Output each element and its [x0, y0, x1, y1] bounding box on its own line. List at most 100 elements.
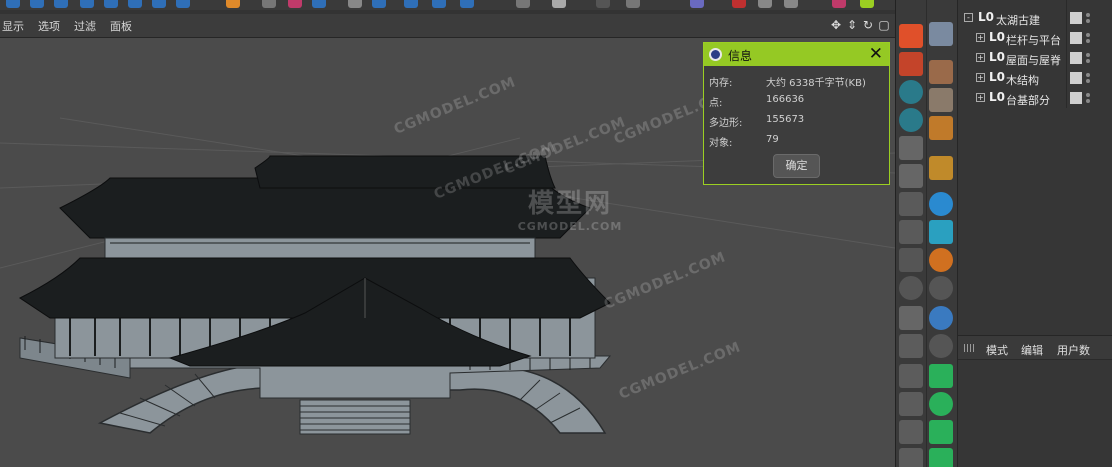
object-item-taihu[interactable]: - L0 太湖古建 [958, 8, 1112, 28]
expand-icon[interactable]: + [976, 73, 985, 82]
grid-icon[interactable] [899, 448, 923, 467]
snap-icon[interactable] [899, 276, 923, 300]
render-view-icon[interactable] [899, 24, 923, 48]
box-orange-icon[interactable] [929, 60, 953, 84]
axis-x-icon[interactable] [80, 0, 94, 8]
render-settings-icon[interactable] [899, 52, 923, 76]
tweak-mode-icon[interactable] [899, 334, 923, 358]
pen-tool-icon[interactable] [288, 0, 302, 8]
points-mode-icon[interactable] [899, 80, 923, 104]
box-solid-icon[interactable] [929, 116, 953, 140]
editor-visible-dot-icon[interactable] [1086, 53, 1090, 57]
object-item-roof[interactable]: + L0 屋面与屋脊 [958, 48, 1112, 68]
editor-visible-dot-icon[interactable] [1086, 73, 1090, 77]
live-select-icon[interactable] [758, 0, 772, 8]
dialog-titlebar[interactable]: 信息 ✕ [704, 43, 889, 66]
object-item-base[interactable]: + L0 台基部分 [958, 88, 1112, 108]
render-visible-dot-icon[interactable] [1086, 59, 1090, 63]
coordinate-system-icon[interactable] [152, 0, 166, 8]
python-icon[interactable] [690, 0, 704, 8]
object-name[interactable]: 木结构 [1006, 72, 1039, 88]
axis-y-icon[interactable] [104, 0, 118, 8]
s-sphere-icon[interactable] [929, 192, 953, 216]
axis-z-icon[interactable] [128, 0, 142, 8]
coordinate-icon[interactable] [929, 156, 953, 180]
globe-icon[interactable] [929, 276, 953, 300]
camera-icon[interactable] [432, 0, 446, 8]
cursor-icon[interactable] [732, 0, 746, 8]
editor-visible-dot-icon[interactable] [1086, 33, 1090, 37]
zoom-view-icon[interactable]: ⇕ [845, 18, 859, 32]
editor-visible-dot-icon[interactable] [1086, 13, 1090, 17]
object-item-railing[interactable]: + L0 栏杆与平台 [958, 28, 1112, 48]
box-grey-icon[interactable] [929, 88, 953, 112]
floor-icon[interactable] [596, 0, 610, 8]
scene-icon[interactable] [404, 0, 418, 8]
move-tool-icon[interactable] [6, 0, 20, 8]
collapse-icon[interactable]: - [964, 13, 973, 22]
maximize-view-icon[interactable]: ▢ [877, 18, 891, 32]
grip-icon[interactable] [964, 344, 976, 352]
visibility-icon[interactable] [1070, 12, 1082, 24]
deformer-icon[interactable] [372, 0, 386, 8]
visibility-icon[interactable] [1070, 32, 1082, 44]
object-name[interactable]: 台基部分 [1006, 92, 1050, 108]
texture-mode-icon[interactable] [899, 220, 923, 244]
uv-mode-icon[interactable] [899, 164, 923, 188]
render-visible-dot-icon[interactable] [1086, 19, 1090, 23]
axis-mode-icon[interactable] [899, 306, 923, 330]
tag-icon[interactable] [516, 0, 530, 8]
object-name[interactable]: 屋面与屋脊 [1006, 52, 1061, 68]
green-bottle-icon[interactable] [929, 420, 953, 444]
object-name[interactable]: 太湖古建 [996, 12, 1040, 28]
material-icon[interactable] [552, 0, 566, 8]
visibility-icon[interactable] [1070, 92, 1082, 104]
solo-mode-icon[interactable] [899, 364, 923, 388]
close-icon[interactable]: ✕ [869, 44, 883, 64]
cube-object-icon[interactable] [262, 0, 276, 8]
rotate-view-icon[interactable]: ↻ [861, 18, 875, 32]
visibility-icon[interactable] [1070, 52, 1082, 64]
light-icon[interactable] [460, 0, 474, 8]
array-icon[interactable] [348, 0, 362, 8]
workplane-icon[interactable] [899, 248, 923, 272]
menu-edit[interactable]: 编辑 [1021, 342, 1043, 358]
subdivision-icon[interactable] [312, 0, 326, 8]
scale-tool-icon[interactable] [30, 0, 44, 8]
expand-icon[interactable]: + [976, 93, 985, 102]
polygons-mode-icon[interactable] [899, 136, 923, 160]
rotate-tool-icon[interactable] [54, 0, 68, 8]
green-cube-icon[interactable] [929, 364, 953, 388]
coordinate-world-icon[interactable] [176, 0, 190, 8]
environment-icon[interactable] [929, 220, 953, 244]
wire-sphere-icon[interactable] [929, 334, 953, 358]
planar-workplane-icon[interactable] [899, 420, 923, 444]
menu-filter[interactable]: 过滤 [74, 18, 96, 34]
render-visible-dot-icon[interactable] [1086, 39, 1090, 43]
move-view-icon[interactable]: ✥ [829, 18, 843, 32]
expand-icon[interactable]: + [976, 33, 985, 42]
green-deformer-icon[interactable] [929, 448, 953, 467]
menu-panel[interactable]: 面板 [110, 18, 132, 34]
layout-icon[interactable] [626, 0, 640, 8]
render-visible-dot-icon[interactable] [1086, 99, 1090, 103]
menu-display[interactable]: 显示 [2, 18, 24, 34]
render-visible-dot-icon[interactable] [1086, 79, 1090, 83]
menu-mode[interactable]: 模式 [986, 342, 1008, 358]
object-name[interactable]: 栏杆与平台 [1006, 32, 1061, 48]
render-icon[interactable] [226, 0, 240, 8]
sphere-orange-icon[interactable] [929, 248, 953, 272]
green-bend-icon[interactable] [929, 392, 953, 416]
editor-visible-dot-icon[interactable] [1086, 93, 1090, 97]
edges-mode-icon[interactable] [899, 108, 923, 132]
sculpt-icon[interactable] [860, 0, 874, 8]
lock-workplane-icon[interactable] [899, 392, 923, 416]
ok-button[interactable]: 确定 [773, 154, 820, 178]
cube-icon[interactable] [929, 22, 953, 46]
expand-icon[interactable]: + [976, 53, 985, 62]
visibility-icon[interactable] [1070, 72, 1082, 84]
menu-user-data[interactable]: 用户数 [1057, 342, 1090, 358]
menu-options[interactable]: 选项 [38, 18, 60, 34]
model-mode-icon[interactable] [899, 192, 923, 216]
rectangle-select-icon[interactable] [784, 0, 798, 8]
